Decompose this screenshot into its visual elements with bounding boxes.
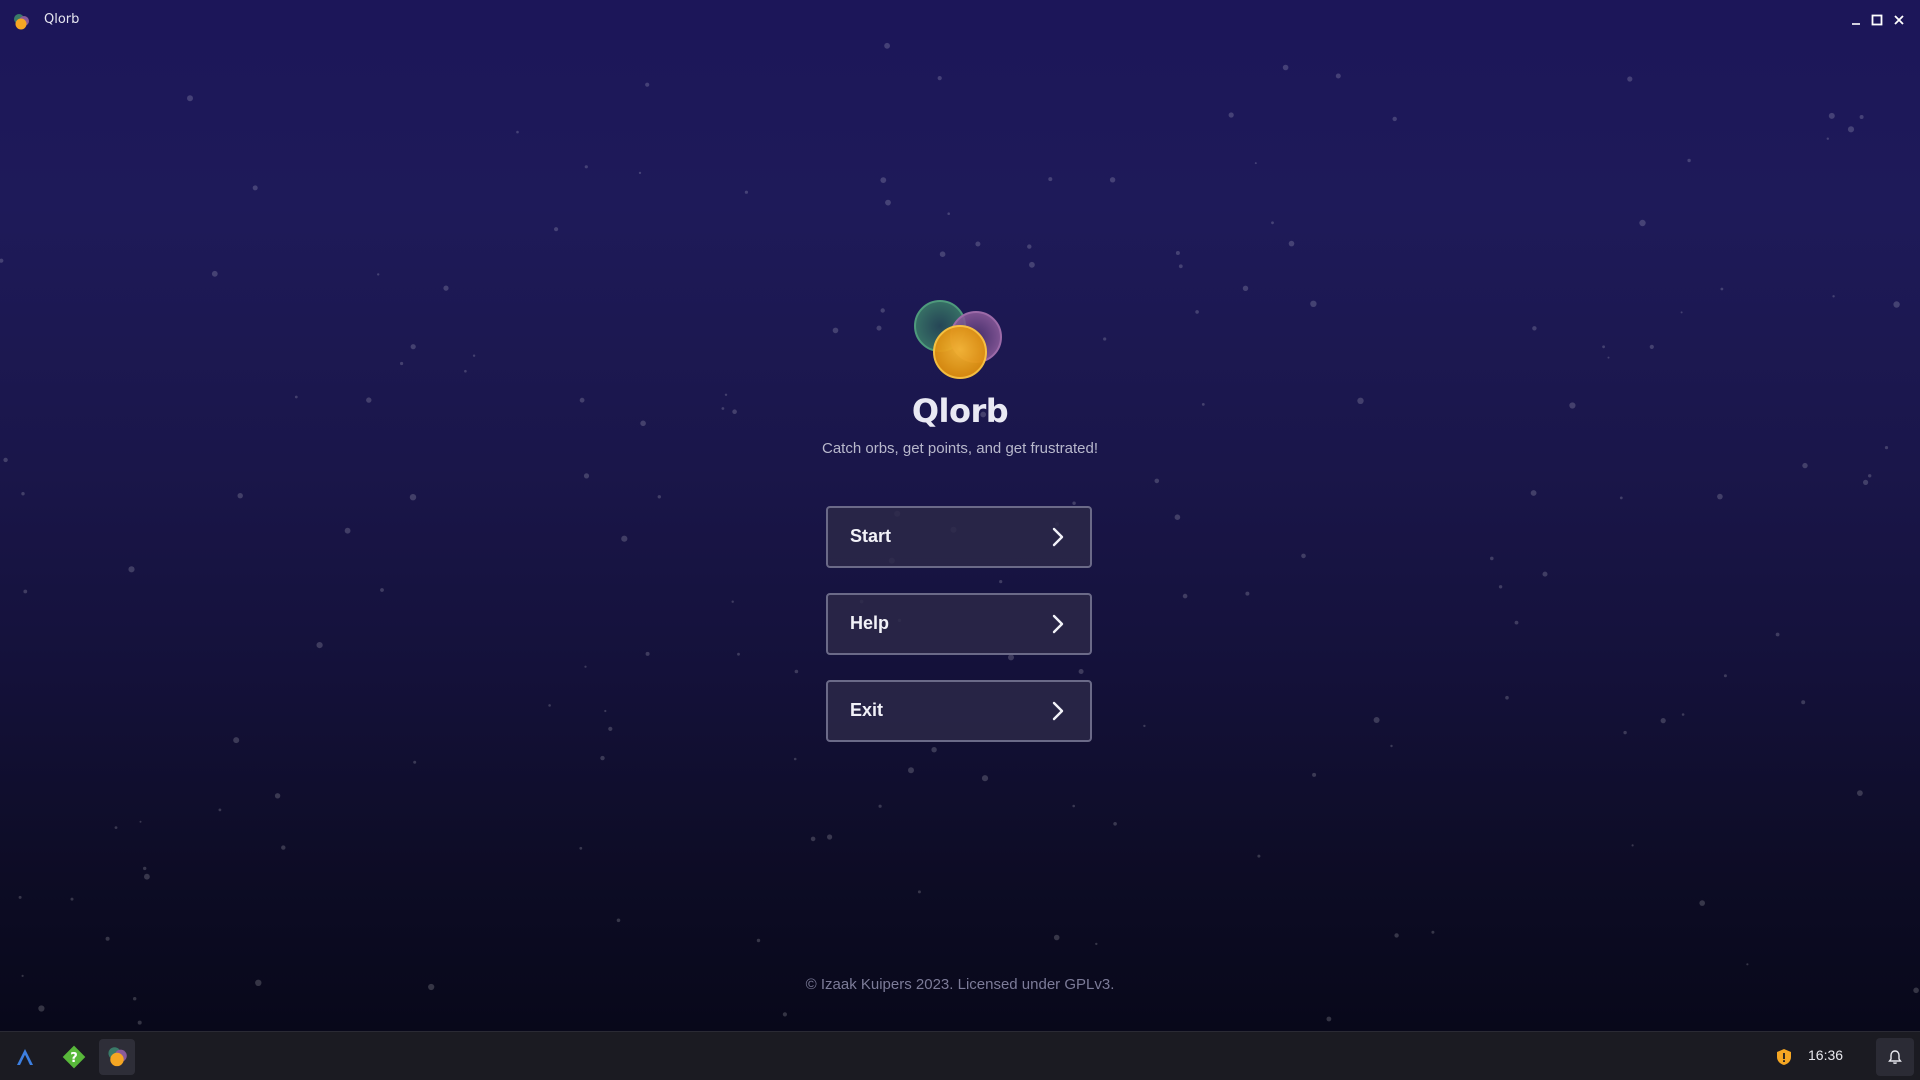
maximize-button[interactable] — [1867, 10, 1887, 30]
window-titlebar[interactable]: Qlorb — [0, 0, 1920, 40]
clock[interactable]: 16:36 — [1808, 1047, 1843, 1063]
help-app-icon: ? — [62, 1045, 86, 1069]
bell-icon — [1888, 1050, 1902, 1064]
game-title: Qlorb — [911, 392, 1009, 430]
taskbar: ? 16:36 — [0, 1031, 1920, 1080]
qlorb-app-button[interactable] — [99, 1039, 135, 1075]
minimize-icon — [1852, 23, 1860, 25]
qlorb-logo-icon — [914, 300, 1002, 379]
minimize-button[interactable] — [1846, 10, 1866, 30]
svg-text:?: ? — [70, 1051, 78, 1066]
help-app-button[interactable]: ? — [56, 1039, 92, 1075]
maximize-icon — [1871, 14, 1883, 26]
launcher-icon — [17, 1049, 33, 1065]
qlorb-app-icon — [108, 1047, 127, 1067]
shield-warning-icon — [1777, 1049, 1791, 1065]
game-area: Qlorb Catch orbs, get points, and get fr… — [0, 0, 1920, 1031]
main-menu: Qlorb Catch orbs, get points, and get fr… — [0, 0, 1920, 1031]
chevron-right-icon — [1052, 701, 1064, 721]
help-button-label: Help — [850, 613, 890, 633]
close-icon — [1894, 15, 1904, 25]
security-tray-button[interactable] — [1768, 1039, 1800, 1075]
exit-button-label: Exit — [850, 700, 884, 720]
launcher-button[interactable] — [7, 1039, 43, 1075]
close-button[interactable] — [1889, 10, 1909, 30]
copyright-footer: © Izaak Kuipers 2023. Licensed under GPL… — [805, 976, 1115, 993]
qlorb-orb-icon — [14, 14, 29, 30]
game-tagline: Catch orbs, get points, and get frustrat… — [822, 440, 1098, 457]
exit-button[interactable]: Exit — [826, 680, 1092, 742]
chevron-right-icon — [1052, 614, 1064, 634]
notifications-button[interactable] — [1876, 1038, 1914, 1076]
start-button-label: Start — [850, 526, 892, 546]
help-button[interactable]: Help — [826, 593, 1092, 655]
chevron-right-icon — [1052, 527, 1064, 547]
window-title: Qlorb — [44, 12, 80, 27]
start-button[interactable]: Start — [826, 506, 1092, 568]
